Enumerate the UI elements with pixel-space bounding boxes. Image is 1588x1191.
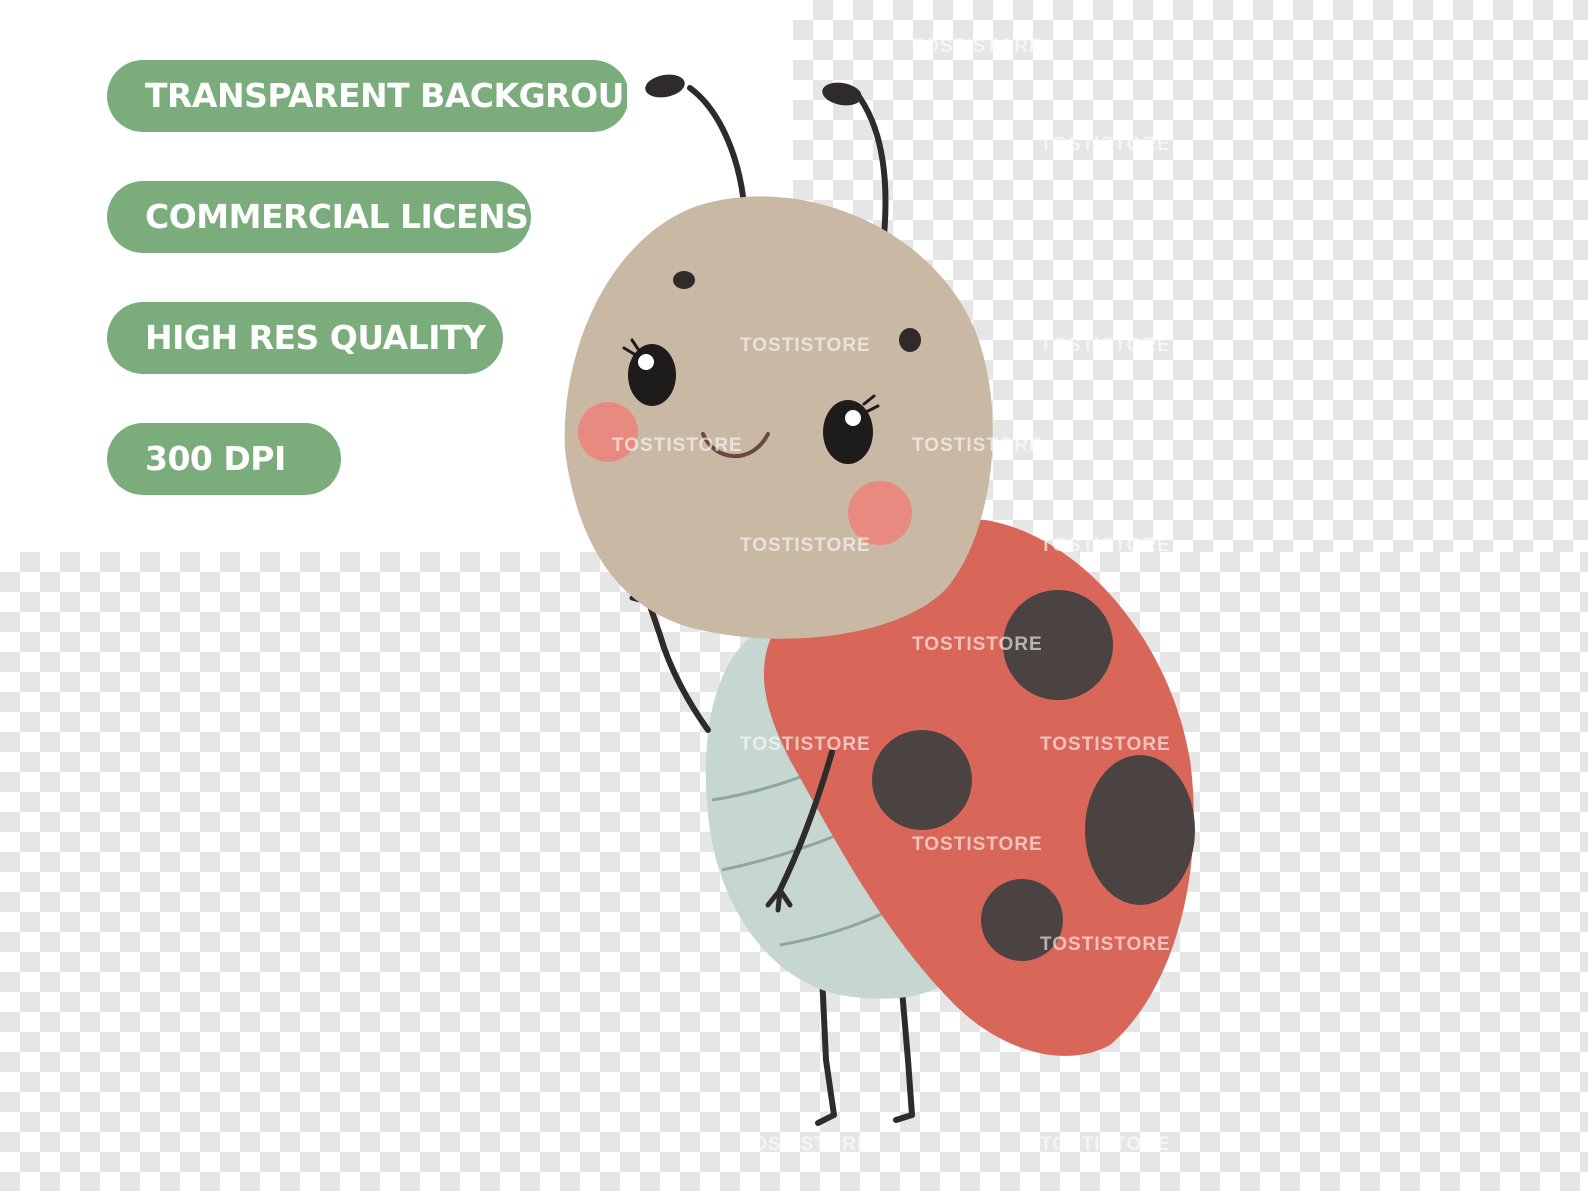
watermark: TOSTISTORE [1040,335,1171,356]
watermark: TOSTISTORE [912,834,1043,855]
right-eyebrow [899,328,921,352]
watermark: TOSTISTORE [740,1134,871,1155]
right-eye [823,400,873,464]
shell-spot [1085,755,1195,905]
watermark: TOSTISTORE [1040,535,1171,556]
watermark: TOSTISTORE [1040,934,1171,955]
watermark: TOSTISTORE [740,734,871,755]
shell-spot [872,730,972,830]
left-leg [815,972,837,1126]
right-antenna-tip [822,82,862,106]
watermark: TOSTISTORE [740,535,871,556]
watermark: TOSTISTORE [1040,134,1171,155]
watermark: TOSTISTORE [912,435,1043,456]
watermark: TOSTISTORE [912,36,1043,57]
right-eye-shine [845,410,861,426]
left-antenna-tip [645,74,685,98]
left-eyebrow [673,271,695,289]
watermark: TOSTISTORE [1040,1134,1171,1155]
right-leg [893,987,915,1123]
watermark: TOSTISTORE [912,634,1043,655]
watermark: TOSTISTORE [612,435,743,456]
watermark: TOSTISTORE [1040,734,1171,755]
left-eye-shine [638,354,654,370]
watermark: TOSTISTORE [740,335,871,356]
ladybug-illustration [564,74,1195,1126]
